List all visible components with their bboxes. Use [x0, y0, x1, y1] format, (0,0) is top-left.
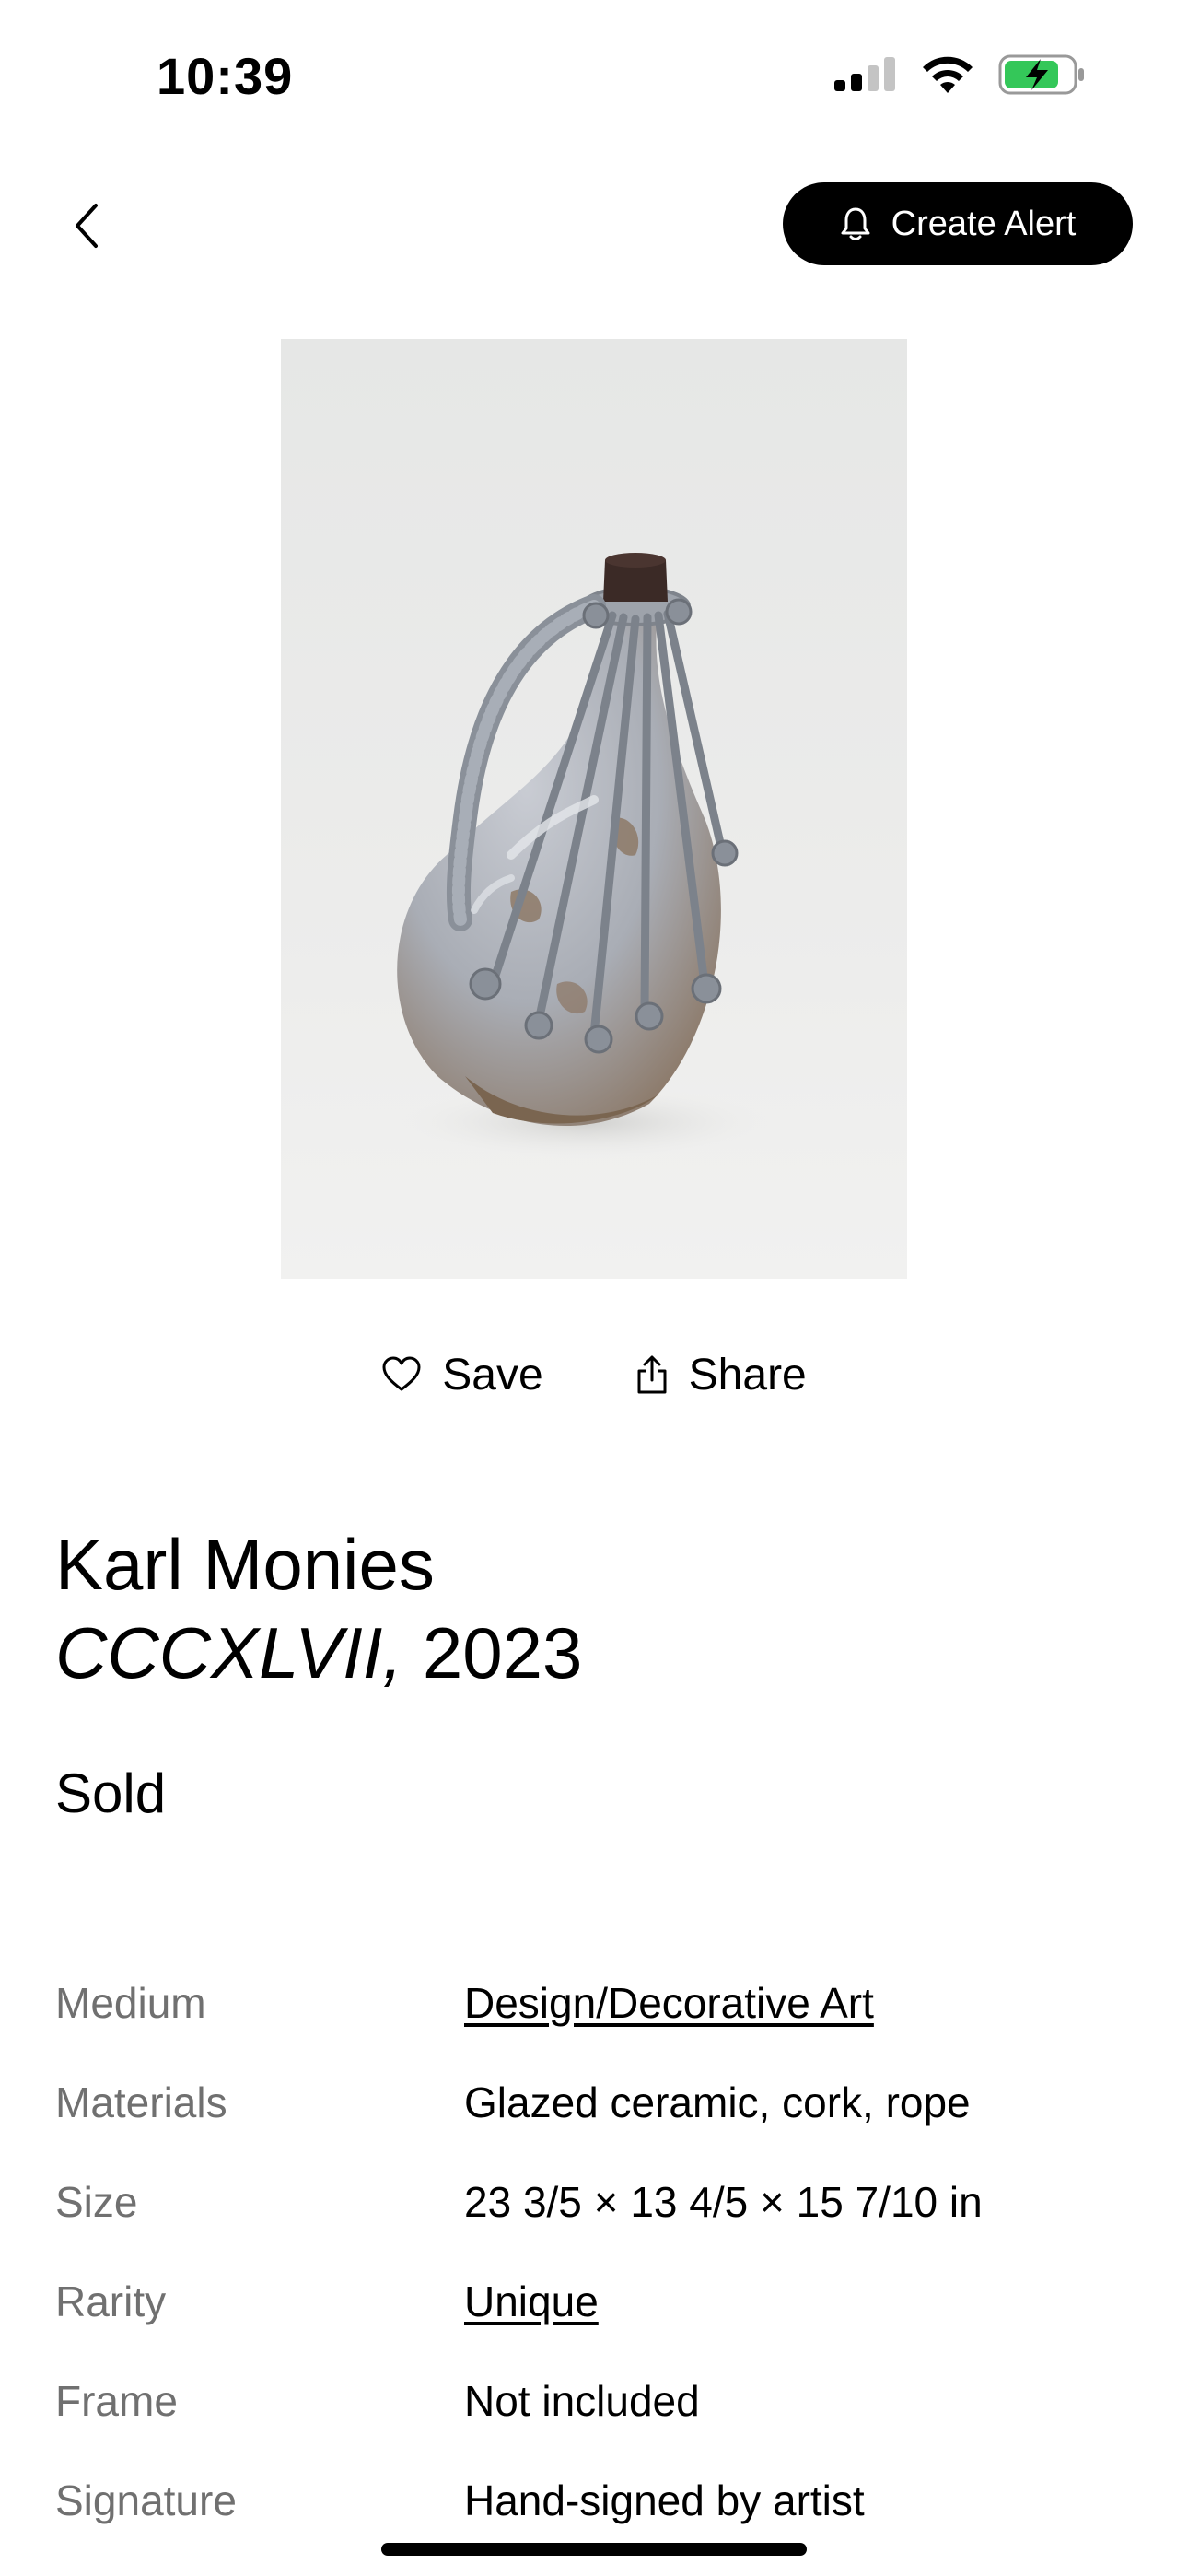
- artwork-detail-screen: 10:39 Create Alert Save Share Karl Monie…: [0, 0, 1188, 2576]
- create-alert-label: Create Alert: [891, 204, 1077, 243]
- detail-key: Materials: [55, 2078, 227, 2126]
- detail-key: Signature: [55, 2476, 237, 2524]
- cellular-signal-icon: [834, 57, 895, 91]
- detail-key: Frame: [55, 2377, 178, 2425]
- detail-key: Rarity: [55, 2277, 167, 2325]
- detail-value: 23 3/5 × 13 4/5 × 15 7/10 in: [464, 2178, 983, 2226]
- battery-charging-icon: [998, 54, 1084, 95]
- artwork-image[interactable]: [281, 339, 907, 1279]
- wifi-icon: [923, 56, 973, 93]
- home-indicator[interactable]: [381, 2543, 807, 2556]
- save-label: Save: [442, 1350, 543, 1399]
- detail-row-frame: Frame Not included: [55, 2351, 1142, 2451]
- share-label: Share: [688, 1350, 807, 1399]
- detail-row-size: Size 23 3/5 × 13 4/5 × 15 7/10 in: [55, 2152, 1142, 2252]
- detail-key: Medium: [55, 1979, 206, 2027]
- artwork-title: CCCXLVII, 2023: [55, 1609, 582, 1697]
- bell-icon: [841, 207, 870, 240]
- ceramic-vase-illustration: [397, 553, 769, 1159]
- share-button[interactable]: Share: [635, 1350, 807, 1400]
- chevron-left-icon: [76, 204, 98, 248]
- artwork-title-text: CCCXLVII,: [55, 1612, 403, 1693]
- status-bar: 10:39: [0, 0, 1188, 157]
- availability-status: Sold: [55, 1762, 167, 1824]
- detail-value-link[interactable]: Unique: [464, 2277, 599, 2326]
- detail-row-materials: Materials Glazed ceramic, cork, rope: [55, 2053, 1142, 2152]
- status-time: 10:39: [157, 47, 294, 105]
- save-button[interactable]: Save: [381, 1350, 543, 1400]
- detail-value: Glazed ceramic, cork, rope: [464, 2078, 971, 2126]
- detail-value-link[interactable]: Design/Decorative Art: [464, 1978, 874, 2028]
- detail-row-rarity: Rarity Unique: [55, 2252, 1142, 2351]
- artwork-details: Medium Design/Decorative Art Materials G…: [55, 1953, 1142, 2550]
- detail-row-signature: Signature Hand-signed by artist: [55, 2451, 1142, 2550]
- detail-key: Size: [55, 2178, 138, 2226]
- detail-value: Hand-signed by artist: [464, 2476, 865, 2524]
- detail-value: Not included: [464, 2377, 700, 2425]
- create-alert-button[interactable]: Create Alert: [783, 182, 1133, 265]
- back-button[interactable]: [50, 189, 123, 263]
- status-icons: [833, 53, 1087, 96]
- artist-name[interactable]: Karl Monies: [55, 1520, 435, 1609]
- artwork-year: 2023: [422, 1612, 583, 1693]
- detail-row-medium: Medium Design/Decorative Art: [55, 1953, 1142, 2053]
- artwork-actions: Save Share: [0, 1336, 1188, 1413]
- share-icon: [637, 1355, 667, 1394]
- heart-icon: [382, 1356, 421, 1391]
